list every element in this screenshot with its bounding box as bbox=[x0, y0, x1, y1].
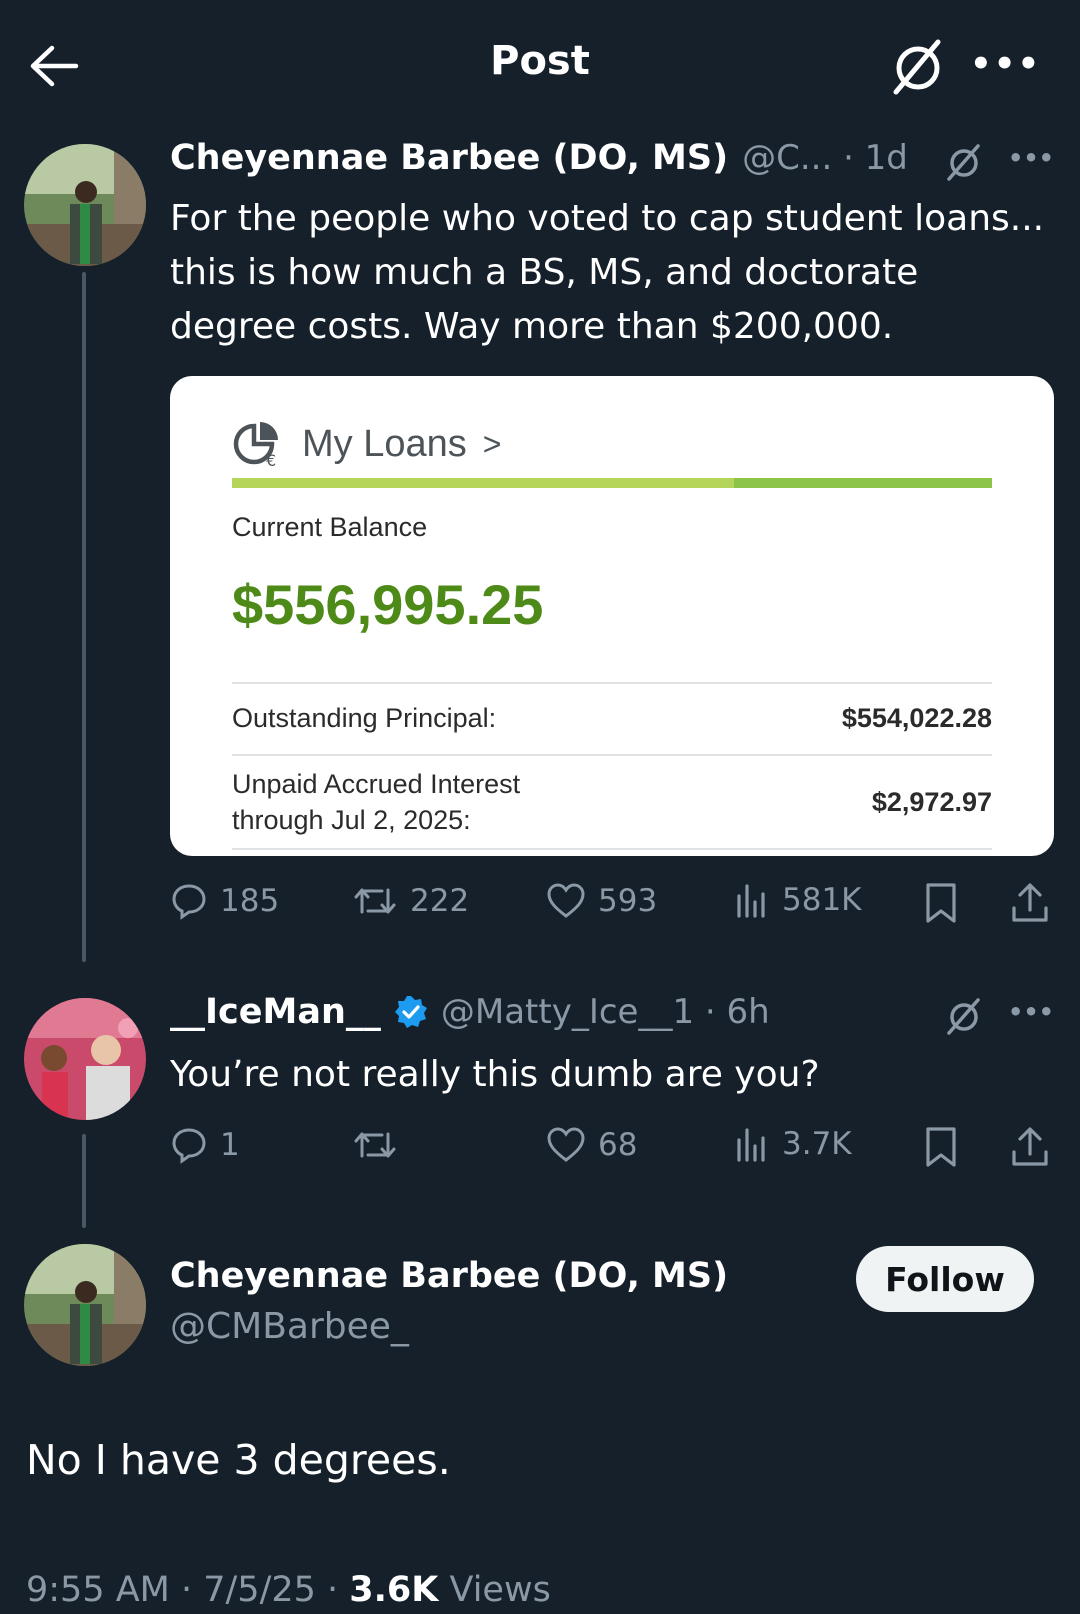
grok-icon bbox=[947, 144, 980, 181]
grok-button[interactable] bbox=[944, 996, 984, 1036]
more-icon[interactable]: ••• bbox=[970, 44, 1041, 84]
interest-row: Unpaid Accrued Interest through Jul 2, 2… bbox=[232, 766, 992, 838]
like-count: 593 bbox=[598, 883, 658, 919]
repost-count: 222 bbox=[410, 883, 470, 919]
bookmark-button[interactable] bbox=[924, 882, 958, 924]
post-timestamp[interactable]: 9:55 AM · 7/5/25 · bbox=[26, 1570, 349, 1610]
reply-text: No I have 3 degrees. bbox=[26, 1436, 451, 1484]
post-meta: 9:55 AM · 7/5/25 · 3.6K Views bbox=[26, 1570, 551, 1610]
author-name[interactable]: Cheyennae Barbee (DO, MS) bbox=[170, 138, 728, 178]
thread-line bbox=[82, 272, 86, 962]
reply-count: 185 bbox=[220, 883, 280, 919]
views-icon bbox=[737, 884, 765, 918]
principal-label: Outstanding Principal: bbox=[232, 703, 497, 733]
loan-progress-bar bbox=[232, 478, 992, 488]
views-count: 3.7K bbox=[782, 1126, 852, 1162]
grok-icon bbox=[893, 39, 941, 95]
grok-button[interactable] bbox=[888, 36, 948, 96]
reply-icon bbox=[172, 884, 206, 920]
repost-icon bbox=[354, 888, 396, 914]
like-count: 68 bbox=[598, 1127, 638, 1163]
views-label: Views bbox=[438, 1570, 551, 1610]
interest-label-line: through Jul 2, 2025: bbox=[232, 805, 471, 835]
tweet-line: degree costs. Way more than $200,000. bbox=[170, 306, 894, 347]
reply-count: 1 bbox=[220, 1127, 240, 1163]
interest-label: Unpaid Accrued Interest through Jul 2, 2… bbox=[232, 766, 520, 838]
divider bbox=[232, 848, 992, 850]
author-handle[interactable]: @C... · 1d bbox=[742, 138, 908, 178]
like-button[interactable]: 593 bbox=[546, 882, 657, 920]
bookmark-button[interactable] bbox=[924, 1126, 958, 1168]
views-count: 581K bbox=[782, 882, 862, 918]
card-title-row: € My Loans > bbox=[232, 418, 992, 470]
divider bbox=[232, 682, 992, 684]
share-button[interactable] bbox=[1010, 882, 1050, 924]
share-icon bbox=[1012, 1127, 1048, 1166]
chevron-right-icon: > bbox=[482, 425, 502, 462]
divider bbox=[232, 754, 992, 756]
like-button[interactable]: 68 bbox=[546, 1126, 637, 1164]
reply-button[interactable]: 1 bbox=[170, 1126, 240, 1164]
tweet-text: For the people who voted to cap student … bbox=[170, 192, 1050, 354]
thread-line bbox=[82, 1134, 86, 1228]
author-handle[interactable]: @CMBarbee_ bbox=[170, 1306, 409, 1347]
tweet-text: You’re not really this dumb are you? bbox=[170, 1054, 820, 1095]
repost-icon bbox=[354, 1132, 396, 1158]
more-icon[interactable]: ••• bbox=[1008, 144, 1054, 172]
heart-icon bbox=[547, 883, 585, 918]
verified-badge-icon bbox=[394, 996, 427, 1028]
avatar[interactable] bbox=[24, 144, 146, 266]
views-button[interactable]: 581K bbox=[734, 882, 862, 918]
attached-image[interactable]: € My Loans > Current Balance $556,995.25… bbox=[170, 376, 1054, 856]
avatar-photo bbox=[24, 1244, 146, 1366]
share-icon bbox=[1012, 883, 1048, 922]
repost-button[interactable] bbox=[352, 1126, 398, 1164]
loan-progress-fill bbox=[232, 478, 734, 488]
reply-icon bbox=[172, 1128, 206, 1164]
reply-button[interactable]: 185 bbox=[170, 882, 279, 920]
grok-icon bbox=[947, 998, 980, 1035]
views-button[interactable]: 3.7K bbox=[734, 1126, 852, 1162]
grok-button[interactable] bbox=[944, 142, 984, 182]
tweet1-header: Cheyennae Barbee (DO, MS) @C... · 1d bbox=[170, 138, 908, 178]
card-title: My Loans bbox=[302, 422, 467, 465]
principal-row: Outstanding Principal: $554,022.28 bbox=[232, 694, 992, 742]
repost-button[interactable]: 222 bbox=[352, 882, 469, 920]
author-name[interactable]: __IceMan__ bbox=[170, 992, 381, 1032]
heart-icon bbox=[547, 1127, 585, 1162]
avatar[interactable] bbox=[24, 998, 146, 1120]
balance-value: $556,995.25 bbox=[232, 573, 544, 636]
author-handle[interactable]: @Matty_Ice__1 · 6h bbox=[441, 992, 770, 1032]
author-name[interactable]: Cheyennae Barbee (DO, MS) bbox=[170, 1256, 728, 1296]
principal-value: $554,022.28 bbox=[841, 702, 992, 733]
bookmark-icon bbox=[926, 883, 956, 923]
avatar-photo bbox=[24, 998, 146, 1120]
balance-label: Current Balance bbox=[232, 512, 428, 542]
follow-button[interactable]: Follow bbox=[856, 1246, 1034, 1312]
tweet2-header: __IceMan__ @Matty_Ice__1 · 6h bbox=[170, 992, 770, 1032]
interest-value: $2,972.97 bbox=[871, 786, 992, 817]
avatar-photo bbox=[24, 144, 146, 266]
loans-icon: € bbox=[233, 422, 278, 470]
share-button[interactable] bbox=[1010, 1126, 1050, 1168]
tweet-line: this is how much a BS, MS, and doctorate bbox=[170, 252, 919, 293]
avatar[interactable] bbox=[24, 1244, 146, 1366]
interest-label-line: Unpaid Accrued Interest bbox=[232, 769, 521, 799]
views-count: 3.6K bbox=[349, 1570, 439, 1610]
views-icon bbox=[737, 1128, 765, 1162]
tweet-line: For the people who voted to cap student … bbox=[170, 198, 1045, 239]
bookmark-icon bbox=[926, 1127, 956, 1167]
more-icon[interactable]: ••• bbox=[1008, 998, 1054, 1026]
svg-text:€: € bbox=[266, 451, 276, 470]
